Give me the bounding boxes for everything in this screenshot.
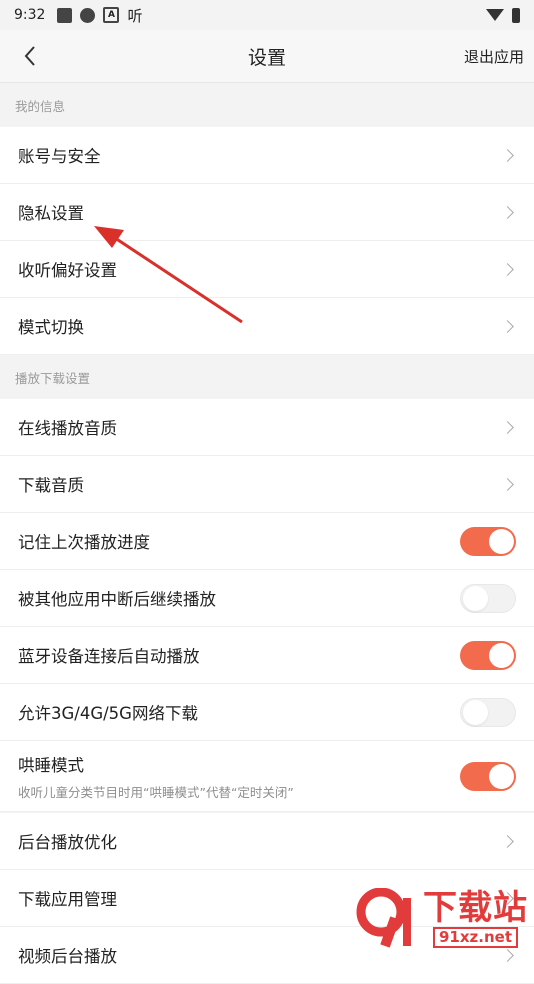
item-label: 下载应用管理 <box>18 890 117 909</box>
notification-icons: A 听 <box>57 5 142 26</box>
item-label: 允许3G/4G/5G网络下载 <box>18 704 198 723</box>
item-label: 蓝牙设备连接后自动播放 <box>18 647 200 666</box>
page-title: 设置 <box>247 46 286 69</box>
sleep-mode-toggle[interactable] <box>460 761 516 791</box>
list-item-download-quality[interactable]: 下载音质 <box>0 456 534 513</box>
chevron-right-icon <box>501 948 514 962</box>
item-label: 收听偏好设置 <box>18 261 117 280</box>
watermark-logo <box>351 887 419 948</box>
back-button[interactable] <box>16 42 44 70</box>
list-item-bluetooth-autoplay: 蓝牙设备连接后自动播放 <box>0 627 534 684</box>
list-item-sleep-mode: 哄睡模式 收听儿童分类节目时用“哄睡模式”代替“定时关闭” <box>0 741 534 812</box>
bluetooth-autoplay-toggle[interactable] <box>460 640 516 670</box>
toggle-knob <box>489 528 514 554</box>
item-label: 哄睡模式 <box>18 755 84 775</box>
item-label: 在线播放音质 <box>18 419 117 438</box>
toggle-knob <box>489 763 514 789</box>
chevron-right-icon <box>501 477 514 491</box>
item-label: 账号与安全 <box>18 147 101 166</box>
chevron-right-icon <box>501 205 514 219</box>
chevron-right-icon <box>501 262 514 276</box>
watermark-text: 下载站 <box>423 888 528 928</box>
list-item-privacy-settings[interactable]: 隐私设置 <box>0 184 534 241</box>
remember-progress-toggle[interactable] <box>460 526 516 556</box>
list-item-account-security[interactable]: 账号与安全 <box>0 127 534 184</box>
chevron-left-icon <box>24 46 35 66</box>
section-header-my-info: 我的信息 <box>0 83 534 127</box>
chevron-right-icon <box>501 420 514 434</box>
watermark: 下载站 91xz.net <box>351 887 528 948</box>
item-label: 下载音质 <box>18 476 84 495</box>
item-label: 模式切换 <box>18 318 84 337</box>
toggle-knob <box>463 585 488 611</box>
ting-app-icon: 听 <box>127 6 143 25</box>
list-item-online-quality[interactable]: 在线播放音质 <box>0 399 534 456</box>
list-item-listening-preferences[interactable]: 收听偏好设置 <box>0 241 534 298</box>
wifi-icon <box>486 9 504 21</box>
item-label: 记住上次播放进度 <box>18 533 150 552</box>
mobile-download-toggle[interactable] <box>460 697 516 727</box>
toggle-knob <box>463 699 488 725</box>
interrupt-continue-toggle[interactable] <box>460 583 516 613</box>
chevron-right-icon <box>501 319 514 333</box>
item-description: 收听儿童分类节目时用“哄睡模式”代替“定时关闭” <box>18 784 294 800</box>
nav-bar: 设置 退出应用 <box>0 30 534 83</box>
item-label: 隐私设置 <box>18 204 84 223</box>
item-label: 后台播放优化 <box>18 833 117 852</box>
status-bar: 9:32 A 听 <box>0 0 534 30</box>
a-notification-icon: A <box>103 7 120 23</box>
status-time: 9:32 <box>14 7 46 23</box>
chevron-right-icon <box>501 148 514 162</box>
list-item-mobile-download: 允许3G/4G/5G网络下载 <box>0 684 534 741</box>
list-item-mode-switch[interactable]: 模式切换 <box>0 298 534 355</box>
watermark-url: 91xz.net <box>432 927 518 948</box>
toggle-knob <box>489 642 514 668</box>
list-item-remember-progress: 记住上次播放进度 <box>0 513 534 570</box>
sync-notification-icon <box>80 7 96 23</box>
battery-icon <box>512 7 520 23</box>
chevron-right-icon <box>501 834 514 848</box>
item-label: 被其他应用中断后继续播放 <box>18 590 216 609</box>
list-item-interrupt-continue: 被其他应用中断后继续播放 <box>0 570 534 627</box>
section-header-playback: 播放下载设置 <box>0 355 534 399</box>
exit-app-button[interactable]: 退出应用 <box>464 46 524 67</box>
item-label: 视频后台播放 <box>18 947 117 966</box>
app-notification-icon <box>57 7 73 23</box>
list-item-background-optimization[interactable]: 后台播放优化 <box>0 813 534 870</box>
